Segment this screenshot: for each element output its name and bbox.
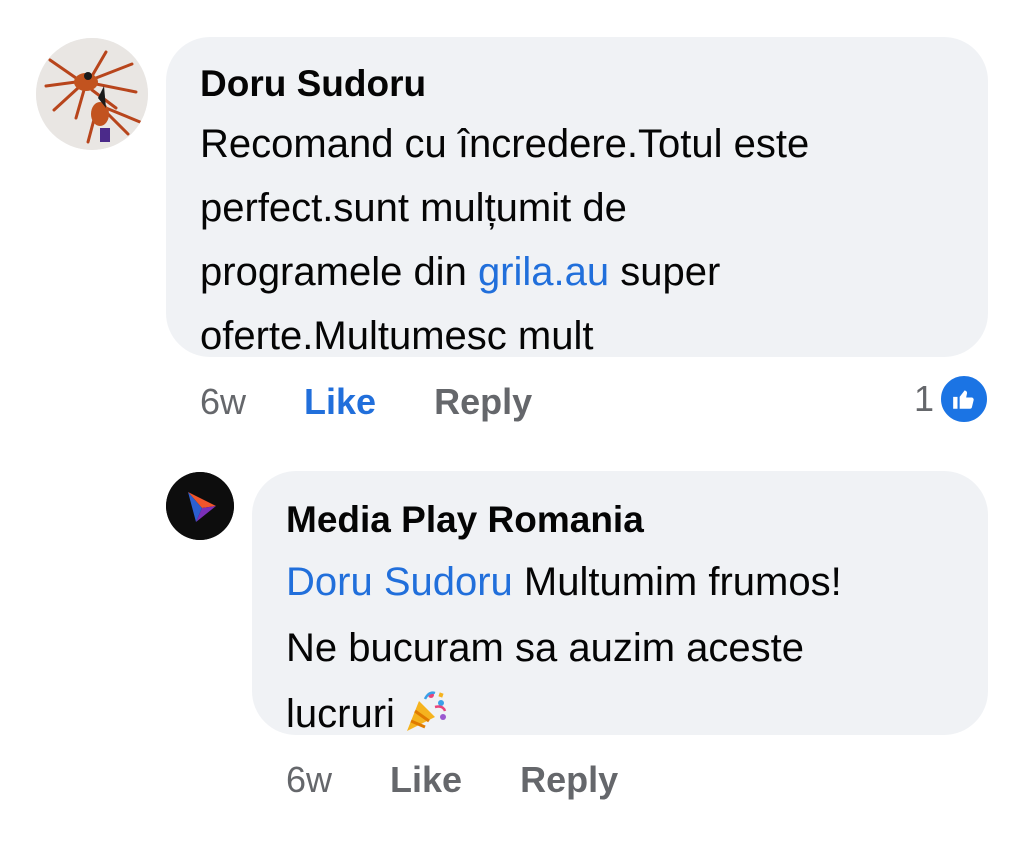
grila-link[interactable]: grila.au bbox=[478, 250, 609, 294]
comment-line: oferte.Multumesc mult bbox=[200, 314, 594, 358]
comment-text-part: Multumim frumos! bbox=[512, 560, 842, 604]
comment-line: Recomand cu încredere.Totul este bbox=[200, 122, 810, 166]
reply-bubble: Media Play Romania Doru Sudoru Multumim … bbox=[252, 471, 988, 736]
comment-bubble: Doru Sudoru Recomand cu încredere.Totul … bbox=[166, 37, 988, 358]
like-button[interactable]: Like bbox=[390, 758, 462, 802]
comment-text-part: lucruri bbox=[286, 692, 395, 736]
comment-timestamp[interactable]: 6w bbox=[286, 758, 332, 802]
mention-link[interactable]: Doru Sudoru bbox=[286, 560, 513, 604]
comment-author[interactable]: Media Play Romania bbox=[286, 495, 954, 545]
comment-actions: 6w Like Reply bbox=[286, 758, 618, 802]
reply-button[interactable]: Reply bbox=[520, 758, 618, 802]
comment-line: Ne bucuram sa auzim aceste bbox=[286, 626, 805, 670]
comment-actions: 6w Like Reply bbox=[200, 380, 532, 424]
like-button[interactable]: Like bbox=[304, 380, 376, 424]
reaction-summary[interactable]: 1 bbox=[914, 373, 990, 425]
comment-line: perfect.sunt mulțumit de bbox=[200, 186, 627, 230]
comment-line: Doru Sudoru Multumim frumos! bbox=[286, 553, 954, 611]
comment-thread: Doru Sudoru Recomand cu încredere.Totul … bbox=[0, 0, 1024, 842]
reply-button[interactable]: Reply bbox=[434, 380, 532, 424]
comment-line: lucruri bbox=[286, 685, 954, 743]
comment-timestamp[interactable]: 6w bbox=[200, 380, 246, 424]
comment-line: programele din grila.au super bbox=[200, 243, 954, 301]
party-popper-icon bbox=[406, 691, 447, 731]
spider-avatar-icon bbox=[36, 38, 148, 150]
comment-author[interactable]: Doru Sudoru bbox=[200, 59, 954, 109]
reaction-count: 1 bbox=[913, 378, 934, 419]
thumbs-up-icon bbox=[938, 373, 990, 425]
avatar[interactable] bbox=[36, 38, 148, 150]
comment-text-part: programele din bbox=[200, 250, 478, 294]
play-logo-avatar-icon bbox=[166, 472, 234, 540]
comment-text-part: super bbox=[609, 250, 721, 294]
avatar[interactable] bbox=[166, 472, 234, 540]
